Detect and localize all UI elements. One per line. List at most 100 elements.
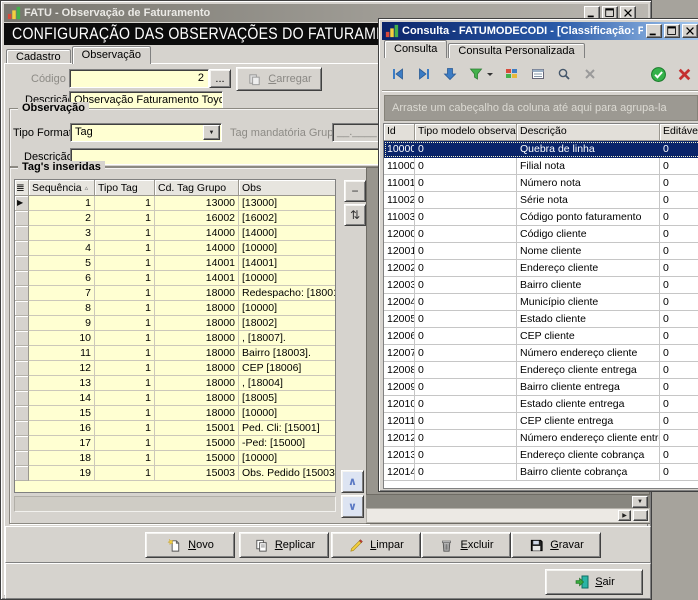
row-selector-cell[interactable] (15, 211, 29, 226)
minimize-icon[interactable] (646, 24, 662, 38)
row-selector-cell[interactable] (15, 451, 29, 466)
novo-button[interactable]: Novo (145, 532, 235, 558)
col-header-obs[interactable]: Obs (239, 180, 335, 196)
tipo-formato-combo[interactable]: Tag ▼ (70, 123, 222, 142)
tags-grid-hscrollbar[interactable] (14, 496, 336, 512)
table-row[interactable]: 16 1 15001 Ped. Cli: [15001] (15, 421, 335, 436)
row-selector-cell[interactable] (15, 286, 29, 301)
table-row[interactable]: 12014 0 Bairro cliente cobrança 0 (384, 464, 698, 481)
codigo-field[interactable]: 2 (69, 69, 209, 88)
table-row[interactable]: 12008 0 Endereço cliente entrega 0 (384, 362, 698, 379)
confirm-icon[interactable] (650, 66, 667, 83)
table-row[interactable]: 9 1 18000 [18002] (15, 316, 335, 331)
table-row[interactable]: 12005 0 Estado cliente 0 (384, 311, 698, 328)
filter-dropdown-icon[interactable] (485, 66, 494, 83)
search-icon[interactable] (555, 66, 572, 83)
table-row[interactable]: 11000 0 Filial nota 0 (384, 158, 698, 175)
table-row[interactable]: 14 1 18000 [18005] (15, 391, 335, 406)
scroll-down-icon[interactable]: ▼ (632, 496, 648, 508)
row-selector-cell[interactable] (15, 241, 29, 256)
table-row[interactable]: 5 1 14001 [14001] (15, 256, 335, 271)
table-row[interactable]: 6 1 14001 [10000] (15, 271, 335, 286)
col-header-tipo-tag[interactable]: Tipo Tag (95, 180, 155, 196)
row-selector-cell[interactable] (15, 301, 29, 316)
table-row[interactable]: 12009 0 Bairro cliente entrega 0 (384, 379, 698, 396)
row-selector-header-icon[interactable]: ≣ (15, 180, 29, 196)
row-selector-cell[interactable] (15, 376, 29, 391)
table-row[interactable]: 8 1 18000 [10000] (15, 301, 335, 316)
table-row[interactable]: 12 1 18000 CEP [18006] (15, 361, 335, 376)
row-selector-cell[interactable] (15, 361, 29, 376)
table-row[interactable]: 12002 0 Endereço cliente 0 (384, 260, 698, 277)
carregar-button[interactable]: Carregar (236, 67, 322, 91)
reorder-tags-button[interactable]: ⇅ (344, 204, 366, 226)
preview-hscrollbar[interactable]: ▶ (366, 508, 650, 523)
table-row[interactable]: 12006 0 CEP cliente 0 (384, 328, 698, 345)
tab-consulta-personalizada[interactable]: Consulta Personalizada (448, 43, 584, 58)
row-selector-cell[interactable] (15, 406, 29, 421)
row-selector-cell[interactable] (15, 391, 29, 406)
row-selector-cell[interactable] (15, 436, 29, 451)
row-selector-cell[interactable] (15, 256, 29, 271)
first-record-icon[interactable] (389, 66, 406, 83)
table-row[interactable]: 3 1 14000 [14000] (15, 226, 335, 241)
remove-tag-button[interactable]: − (344, 180, 366, 202)
replicar-button[interactable]: Replicar (239, 532, 329, 558)
scroll-right-icon[interactable]: ▶ (618, 510, 631, 521)
col-header-editavel[interactable]: Editável (660, 124, 698, 141)
table-row[interactable]: 10 1 18000 , [18007]. (15, 331, 335, 346)
table-row[interactable]: 11001 0 Número nota 0 (384, 175, 698, 192)
close-icon[interactable] (682, 24, 698, 38)
column-chooser-icon[interactable] (503, 66, 520, 83)
consulta-titlebar[interactable]: Consulta - FATUMODECODI - [Classificação… (382, 22, 698, 40)
table-row[interactable]: 12010 0 Estado cliente entrega 0 (384, 396, 698, 413)
table-row[interactable]: 11002 0 Série nota 0 (384, 192, 698, 209)
table-row[interactable]: 10000 0 Quebra de linha 0 (384, 141, 698, 158)
table-row[interactable]: 11003 0 Código ponto faturamento 0 (384, 209, 698, 226)
table-row[interactable]: 1 1 13000 [13000] (15, 196, 335, 211)
row-selector-cell[interactable] (15, 331, 29, 346)
last-record-icon[interactable] (415, 66, 432, 83)
report-view-icon[interactable] (529, 66, 546, 83)
table-row[interactable]: 19 1 15003 Obs. Pedido [15003] (15, 466, 335, 481)
gravar-button[interactable]: Gravar (511, 532, 601, 558)
table-row[interactable]: 12004 0 Município cliente 0 (384, 294, 698, 311)
table-row[interactable]: 12007 0 Número endereço cliente 0 (384, 345, 698, 362)
row-selector-cell[interactable] (15, 466, 29, 481)
table-row[interactable]: 12001 0 Nome cliente 0 (384, 243, 698, 260)
filter-icon[interactable] (467, 66, 484, 83)
table-row[interactable]: 12003 0 Bairro cliente 0 (384, 277, 698, 294)
table-row[interactable]: 11 1 18000 Bairro [18003]. (15, 346, 335, 361)
col-header-cd-tag-grupo[interactable]: Cd. Tag Grupo (155, 180, 239, 196)
excluir-button[interactable]: Excluir (421, 532, 511, 558)
row-selector-cell[interactable] (15, 226, 29, 241)
move-down-icon[interactable] (441, 66, 458, 83)
cancel-icon[interactable] (676, 66, 693, 83)
table-row[interactable]: 18 1 15000 [10000] (15, 451, 335, 466)
row-selector-cell[interactable] (15, 316, 29, 331)
table-row[interactable]: 4 1 14000 [10000] (15, 241, 335, 256)
table-row[interactable]: 15 1 18000 [10000] (15, 406, 335, 421)
move-up-button[interactable]: ∧ (341, 470, 364, 493)
maximize-icon[interactable] (664, 24, 680, 38)
group-by-hint[interactable]: Arraste um cabeçalho da coluna até aqui … (384, 95, 698, 121)
limpar-button[interactable]: Limpar (331, 532, 421, 558)
row-selector-cell[interactable] (15, 421, 29, 436)
table-row[interactable]: 2 1 16002 [16002] (15, 211, 335, 226)
table-row[interactable]: 12013 0 Endereço cliente cobrança 0 (384, 447, 698, 464)
row-selector-cell[interactable] (15, 346, 29, 361)
move-down-button[interactable]: ∨ (341, 495, 364, 518)
descricao-field[interactable]: Observação Faturamento Toyobo (69, 91, 223, 109)
browse-button[interactable]: ... (209, 69, 231, 88)
close-search-icon[interactable] (581, 66, 598, 83)
row-selector-cell[interactable] (15, 196, 29, 211)
col-header-id[interactable]: Id (384, 124, 415, 141)
col-header-tipo-modelo[interactable]: Tipo modelo observação (415, 124, 517, 141)
sair-button[interactable]: Sair (545, 569, 643, 595)
table-row[interactable]: 12012 0 Número endereço cliente entrega … (384, 430, 698, 447)
tab-cadastro[interactable]: Cadastro (6, 49, 71, 64)
table-row[interactable]: 12000 0 Código cliente 0 (384, 226, 698, 243)
table-row[interactable]: 13 1 18000 , [18004] (15, 376, 335, 391)
table-row[interactable]: 7 1 18000 Redespacho: [18001] (15, 286, 335, 301)
table-row[interactable]: 12011 0 CEP cliente entrega 0 (384, 413, 698, 430)
